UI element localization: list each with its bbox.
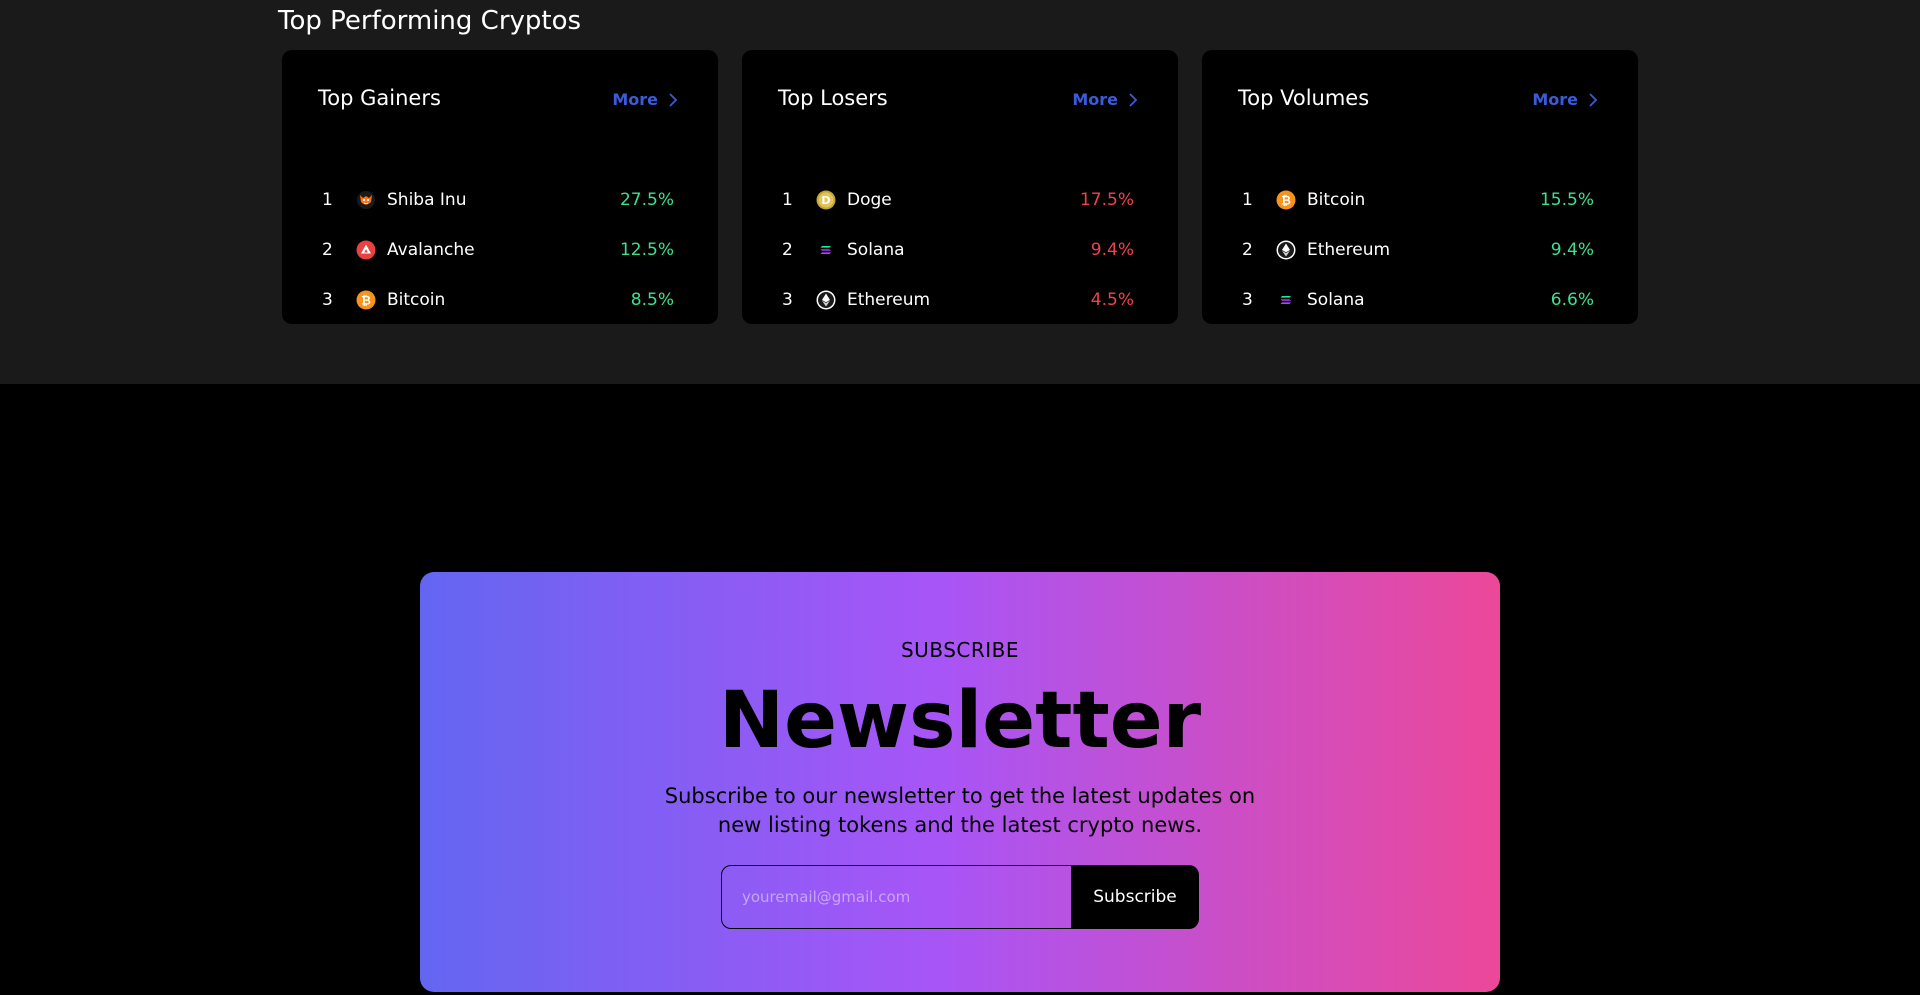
list-item[interactable]: 1 Shiba Inu 27.5% — [322, 185, 674, 215]
top-volumes-card: Top Volumes More 1 ₿ Bitcoin 15.5% 2 Eth… — [1202, 50, 1638, 324]
list-item[interactable]: 3 Ethereum 4.5% — [782, 285, 1134, 315]
rank: 1 — [782, 190, 793, 210]
list-item[interactable]: 3 Solana 6.6% — [1242, 285, 1594, 315]
subscribe-form: Subscribe — [721, 865, 1199, 929]
top-losers-card: Top Losers More 1 D Doge 17.5% 2 Solana … — [742, 50, 1178, 324]
email-input[interactable] — [721, 865, 1071, 929]
list-item[interactable]: 2 Avalanche 12.5% — [322, 235, 674, 265]
coin-name: Ethereum — [1307, 240, 1391, 260]
more-link[interactable]: More — [1072, 90, 1140, 109]
bitcoin-icon: ₿ — [1276, 190, 1296, 210]
coin-name: Shiba Inu — [387, 190, 467, 210]
percent-change: 6.6% — [1550, 290, 1594, 310]
rank: 3 — [782, 290, 793, 310]
percent-change: 9.4% — [1090, 240, 1134, 260]
more-link[interactable]: More — [1532, 90, 1600, 109]
rank: 2 — [322, 240, 333, 260]
coin-name: Solana — [847, 240, 905, 260]
list-item[interactable]: 2 Ethereum 9.4% — [1242, 235, 1594, 265]
chevron-right-icon — [1589, 92, 1598, 107]
avalanche-icon — [356, 240, 376, 260]
list-item[interactable]: 1 D Doge 17.5% — [782, 185, 1134, 215]
more-label: More — [1072, 90, 1118, 109]
list-item[interactable]: 1 ₿ Bitcoin 15.5% — [1242, 185, 1594, 215]
newsletter-kicker: SUBSCRIBE — [900, 638, 1019, 662]
solana-icon — [816, 240, 836, 260]
ethereum-icon — [1276, 240, 1296, 260]
newsletter-description: Subscribe to our newsletter to get the l… — [664, 784, 1256, 837]
newsletter-title: Newsletter — [718, 676, 1202, 766]
percent-change: 17.5% — [1079, 190, 1134, 210]
coin-name: Bitcoin — [1307, 190, 1366, 210]
percent-change: 27.5% — [619, 190, 674, 210]
more-label: More — [612, 90, 658, 109]
chevron-right-icon — [669, 92, 678, 107]
svg-text:₿: ₿ — [1281, 194, 1291, 208]
percent-change: 9.4% — [1550, 240, 1594, 260]
bitcoin-icon: ₿ — [356, 290, 376, 310]
coin-name: Solana — [1307, 290, 1365, 310]
rank: 3 — [322, 290, 333, 310]
shiba-inu-icon — [356, 190, 376, 210]
coin-name: Bitcoin — [387, 290, 446, 310]
newsletter-panel: SUBSCRIBE Newsletter Subscribe to our ne… — [420, 572, 1500, 992]
ethereum-icon — [816, 290, 836, 310]
more-label: More — [1532, 90, 1578, 109]
chevron-right-icon — [1129, 92, 1138, 107]
more-link[interactable]: More — [612, 90, 680, 109]
rank: 2 — [782, 240, 793, 260]
percent-change: 4.5% — [1090, 290, 1134, 310]
coin-name: Avalanche — [387, 240, 475, 260]
card-title: Top Gainers — [318, 86, 441, 110]
svg-text:₿: ₿ — [361, 294, 371, 308]
coin-name: Ethereum — [847, 290, 931, 310]
coin-name: Doge — [847, 190, 892, 210]
percent-change: 15.5% — [1539, 190, 1594, 210]
svg-text:D: D — [821, 194, 830, 207]
card-title: Top Volumes — [1238, 86, 1370, 110]
list-item[interactable]: 2 Solana 9.4% — [782, 235, 1134, 265]
card-title: Top Losers — [778, 86, 888, 110]
rank: 1 — [322, 190, 333, 210]
percent-change: 8.5% — [630, 290, 674, 310]
rank: 1 — [1242, 190, 1253, 210]
solana-icon — [1276, 290, 1296, 310]
rank: 2 — [1242, 240, 1253, 260]
percent-change: 12.5% — [619, 240, 674, 260]
list-item[interactable]: 3 ₿ Bitcoin 8.5% — [322, 285, 674, 315]
top-gainers-card: Top Gainers More 1 Shiba Inu 27.5% 2 Ava… — [282, 50, 718, 324]
subscribe-button[interactable]: Subscribe — [1071, 865, 1199, 929]
section-title: Top Performing Cryptos — [278, 6, 582, 36]
top-performing-section: Top Performing Cryptos Top Gainers More … — [0, 0, 1920, 384]
rank: 3 — [1242, 290, 1253, 310]
doge-icon: D — [816, 190, 836, 210]
